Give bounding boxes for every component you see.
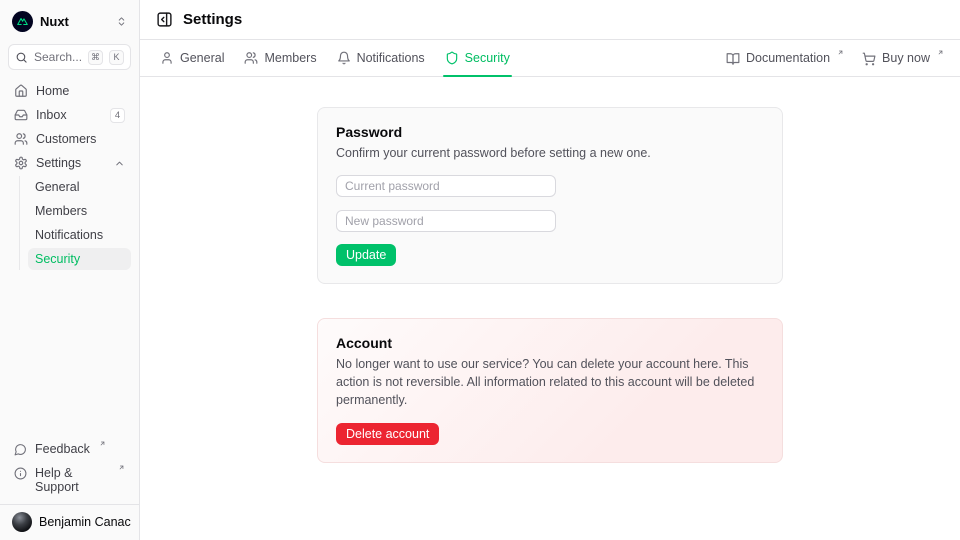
users-icon — [14, 132, 28, 146]
settings-security-panel: Password Confirm your current password b… — [140, 77, 960, 540]
sidebar-item-general[interactable]: General — [28, 176, 131, 198]
new-password-field[interactable] — [336, 210, 556, 232]
external-link-icon — [837, 49, 844, 56]
sidebar-item-inbox[interactable]: Inbox 4 — [8, 104, 131, 126]
external-link-icon — [118, 464, 125, 471]
chevrons-up-down-icon — [116, 16, 127, 27]
documentation-label: Documentation — [746, 51, 830, 65]
info-circle-icon — [14, 467, 27, 480]
external-link-icon — [99, 440, 106, 447]
feedback-link[interactable]: Feedback — [8, 438, 131, 460]
sidebar-item-label: Notifications — [35, 228, 103, 242]
page-header: Settings — [140, 0, 960, 40]
header-actions: Documentation Buy now — [726, 51, 944, 66]
update-button[interactable]: Update — [336, 244, 396, 266]
feedback-label: Feedback — [35, 442, 90, 456]
tab-label: Security — [465, 51, 510, 65]
tab-notifications[interactable]: Notifications — [337, 40, 425, 76]
sidebar-item-members[interactable]: Members — [28, 200, 131, 222]
avatar — [12, 512, 32, 532]
speech-bubble-icon — [14, 443, 27, 456]
sidebar-item-label: Security — [35, 252, 80, 266]
app-window: Nuxt Search... ⌘ K Home — [0, 0, 960, 540]
tab-general[interactable]: General — [160, 40, 224, 76]
user-icon — [160, 51, 174, 65]
buy-now-link[interactable]: Buy now — [862, 51, 944, 66]
password-card: Password Confirm your current password b… — [317, 107, 783, 284]
sidebar-item-home[interactable]: Home — [8, 80, 131, 102]
users-icon — [244, 51, 258, 65]
password-card-title: Password — [336, 124, 764, 140]
page-title: Settings — [183, 11, 242, 28]
tab-members[interactable]: Members — [244, 40, 316, 76]
search-placeholder: Search... — [34, 50, 82, 64]
buy-now-label: Buy now — [882, 51, 930, 65]
bell-icon — [337, 51, 351, 65]
sidebar-item-settings[interactable]: Settings — [8, 152, 131, 174]
shopping-cart-icon — [862, 52, 876, 66]
tab-label: Members — [264, 51, 316, 65]
kbd-k: K — [109, 50, 124, 65]
tab-label: Notifications — [357, 51, 425, 65]
inbox-count-badge: 4 — [110, 108, 125, 123]
shield-icon — [445, 51, 459, 65]
sidebar-item-security[interactable]: Security — [28, 248, 131, 270]
external-link-icon — [937, 49, 944, 56]
documentation-link[interactable]: Documentation — [726, 51, 844, 66]
sidebar-footer: Feedback Help & Support — [8, 438, 131, 504]
user-name: Benjamin Canac — [39, 515, 131, 529]
kbd-meta: ⌘ — [88, 50, 103, 65]
help-support-link[interactable]: Help & Support — [8, 462, 131, 498]
inbox-icon — [14, 108, 28, 122]
workspace-name: Nuxt — [40, 14, 109, 29]
account-card-description: No longer want to use our service? You c… — [336, 355, 764, 409]
gear-icon — [14, 156, 28, 170]
help-support-label: Help & Support — [35, 466, 109, 494]
sidebar-item-label: Home — [36, 84, 125, 98]
collapse-sidebar-icon[interactable] — [156, 11, 173, 28]
sidebar-item-label: Customers — [36, 132, 125, 146]
settings-submenu: General Members Notifications Security — [19, 176, 131, 270]
search-icon — [15, 51, 28, 64]
nuxt-logo-icon — [12, 11, 33, 32]
sidebar: Nuxt Search... ⌘ K Home — [0, 0, 140, 540]
sidebar-item-label: Inbox — [36, 108, 102, 122]
password-card-description: Confirm your current password before set… — [336, 144, 764, 162]
sidebar-item-label: Settings — [36, 156, 106, 170]
book-open-icon — [726, 52, 740, 66]
workspace-switcher[interactable]: Nuxt — [8, 0, 131, 42]
account-card-title: Account — [336, 335, 764, 351]
main-area: Settings General Members Notifications — [140, 0, 960, 540]
sidebar-item-label: General — [35, 180, 79, 194]
tab-bar: General Members Notifications Security — [140, 40, 960, 77]
sidebar-nav: Home Inbox 4 Customers Settings — [8, 80, 131, 270]
sidebar-item-label: Members — [35, 204, 87, 218]
account-card: Account No longer want to use our servic… — [317, 318, 783, 463]
sidebar-item-customers[interactable]: Customers — [8, 128, 131, 150]
user-menu[interactable]: Benjamin Canac — [0, 504, 139, 540]
home-icon — [14, 84, 28, 98]
delete-account-button[interactable]: Delete account — [336, 423, 439, 445]
sidebar-item-notifications[interactable]: Notifications — [28, 224, 131, 246]
search-input[interactable]: Search... ⌘ K — [8, 44, 131, 70]
tab-label: General — [180, 51, 224, 65]
current-password-field[interactable] — [336, 175, 556, 197]
tab-security[interactable]: Security — [445, 40, 510, 76]
chevron-up-icon — [114, 158, 125, 169]
